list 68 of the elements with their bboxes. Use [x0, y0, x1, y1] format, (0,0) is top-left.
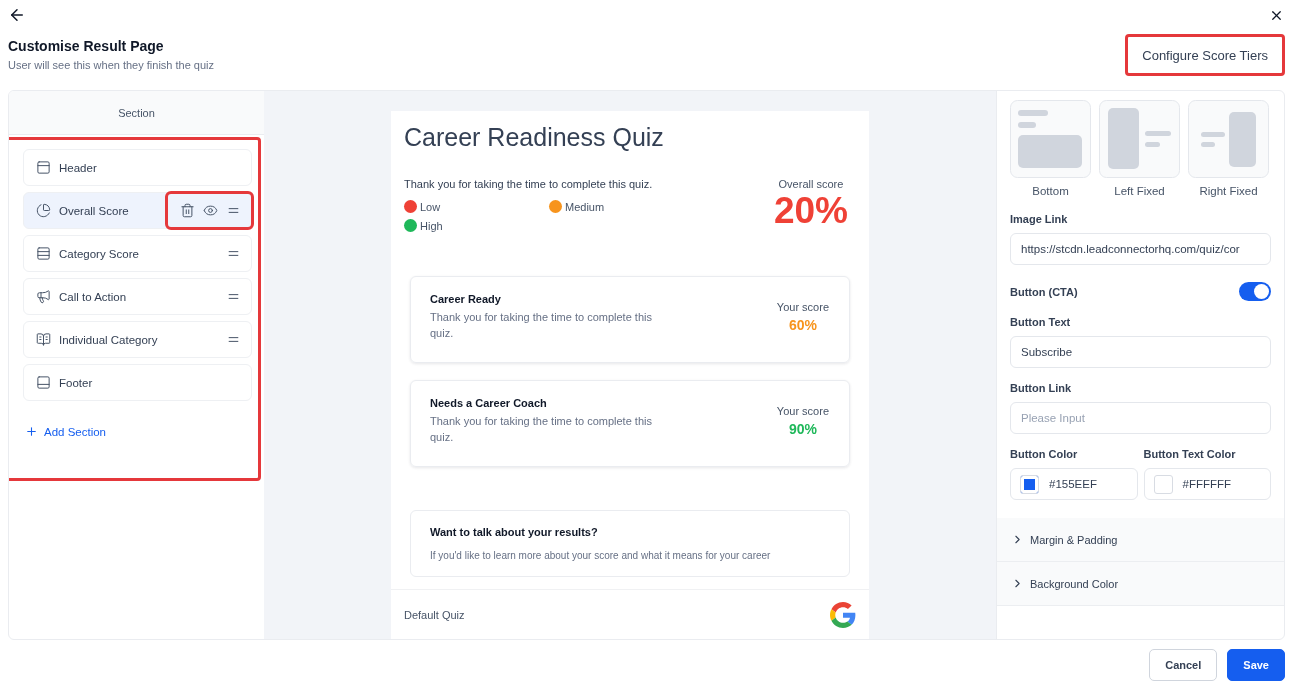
pie-chart-icon	[36, 203, 51, 218]
cta-title: Want to talk about your results?	[430, 526, 599, 538]
score-label: Your score	[776, 301, 829, 313]
section-item[interactable]: Call to Action	[23, 278, 252, 315]
layout-option[interactable]: Bottom	[1010, 100, 1091, 197]
google-logo-icon	[830, 601, 856, 628]
score-label: Your score	[776, 405, 829, 417]
cta-toggle[interactable]	[1239, 282, 1271, 301]
field-label: Button (CTA)	[1010, 285, 1078, 298]
category-title: Career Ready	[430, 293, 502, 305]
image-link-field[interactable]: https://stcdn.leadconnectorhq.com/quiz/cor	[1010, 233, 1271, 265]
category-text: Thank you for taking the time to complete this quiz.	[430, 414, 653, 445]
quiz-title: Career Readiness Quiz	[404, 123, 665, 152]
category-title: Needs a Career Coach	[430, 397, 548, 409]
page-title: Customise Result Page	[8, 38, 165, 54]
overall-score-label: Overall score	[778, 178, 844, 190]
section-item[interactable]: Overall Score	[23, 192, 252, 229]
configure-score-tiers-button[interactable]: Configure Score Tiers	[1125, 34, 1285, 76]
rows-icon	[36, 246, 51, 261]
thank-you-message: Thank you for taking the time to complete this quiz.	[404, 178, 654, 190]
section-label: Category Score	[59, 247, 140, 260]
section-label: Individual Category	[59, 333, 159, 346]
delete-icon[interactable]	[180, 203, 195, 218]
section-label: Call to Action	[59, 290, 128, 303]
button-color-field[interactable]: #155EEF	[1010, 468, 1138, 500]
layout-option[interactable]: Left Fixed	[1099, 100, 1180, 197]
category-score: 90%	[788, 421, 817, 437]
layout-option[interactable]: Right Fixed	[1188, 100, 1269, 197]
legend-label: Low	[420, 200, 441, 213]
legend-label: Medium	[565, 200, 605, 213]
button-link-field[interactable]: Please Input	[1010, 402, 1271, 434]
section-label: Header	[59, 161, 98, 174]
section-item[interactable]: Header	[23, 149, 252, 186]
accordion-header[interactable]: Background Color	[997, 562, 1284, 606]
section-label: Overall Score	[59, 204, 130, 217]
field-label: Image Link	[1010, 213, 1069, 225]
book-icon	[36, 332, 51, 347]
section-heading: Section	[9, 91, 264, 135]
eye-icon[interactable]	[203, 203, 218, 218]
back-arrow-icon[interactable]	[8, 6, 26, 24]
category-text: Thank you for taking the time to complete this quiz.	[430, 310, 653, 341]
field-label: Button Text Color	[1143, 448, 1237, 460]
button-text-color-field[interactable]: #FFFFFF	[1143, 468, 1271, 500]
section-label: Footer	[59, 376, 94, 389]
page-subtitle: User will see this when they finish the quiz	[8, 59, 215, 71]
field-label: Button Text	[1010, 316, 1072, 328]
category-score: 60%	[788, 317, 817, 333]
legend-label: High	[420, 219, 443, 232]
overall-score-value: 20%	[773, 192, 848, 229]
field-label: Button Color	[1010, 448, 1079, 460]
accordion-header[interactable]: Margin & Padding	[997, 518, 1284, 562]
field-label: Button Link	[1010, 382, 1073, 394]
layout-thumbnail-icon	[1099, 100, 1180, 178]
footer-label: Default Quiz	[404, 608, 465, 621]
layout-thumbnail-icon	[1188, 100, 1269, 178]
panel-bottom-icon	[36, 375, 51, 390]
megaphone-icon	[36, 289, 51, 304]
section-item[interactable]: Category Score	[23, 235, 252, 272]
plus-icon	[25, 425, 38, 438]
cancel-button[interactable]: Cancel	[1149, 648, 1218, 681]
panel-top-icon	[36, 160, 51, 175]
section-item[interactable]: Footer	[23, 364, 252, 401]
cta-text: If you'd like to learn more about your score and what it means for your career	[430, 550, 772, 561]
save-button[interactable]: Save	[1227, 648, 1285, 681]
layout-thumbnail-icon	[1010, 100, 1091, 178]
section-item[interactable]: Individual Category	[23, 321, 252, 358]
add-section-button[interactable]: Add Section	[23, 425, 252, 438]
button-text-field[interactable]: Subscribe	[1010, 336, 1271, 368]
